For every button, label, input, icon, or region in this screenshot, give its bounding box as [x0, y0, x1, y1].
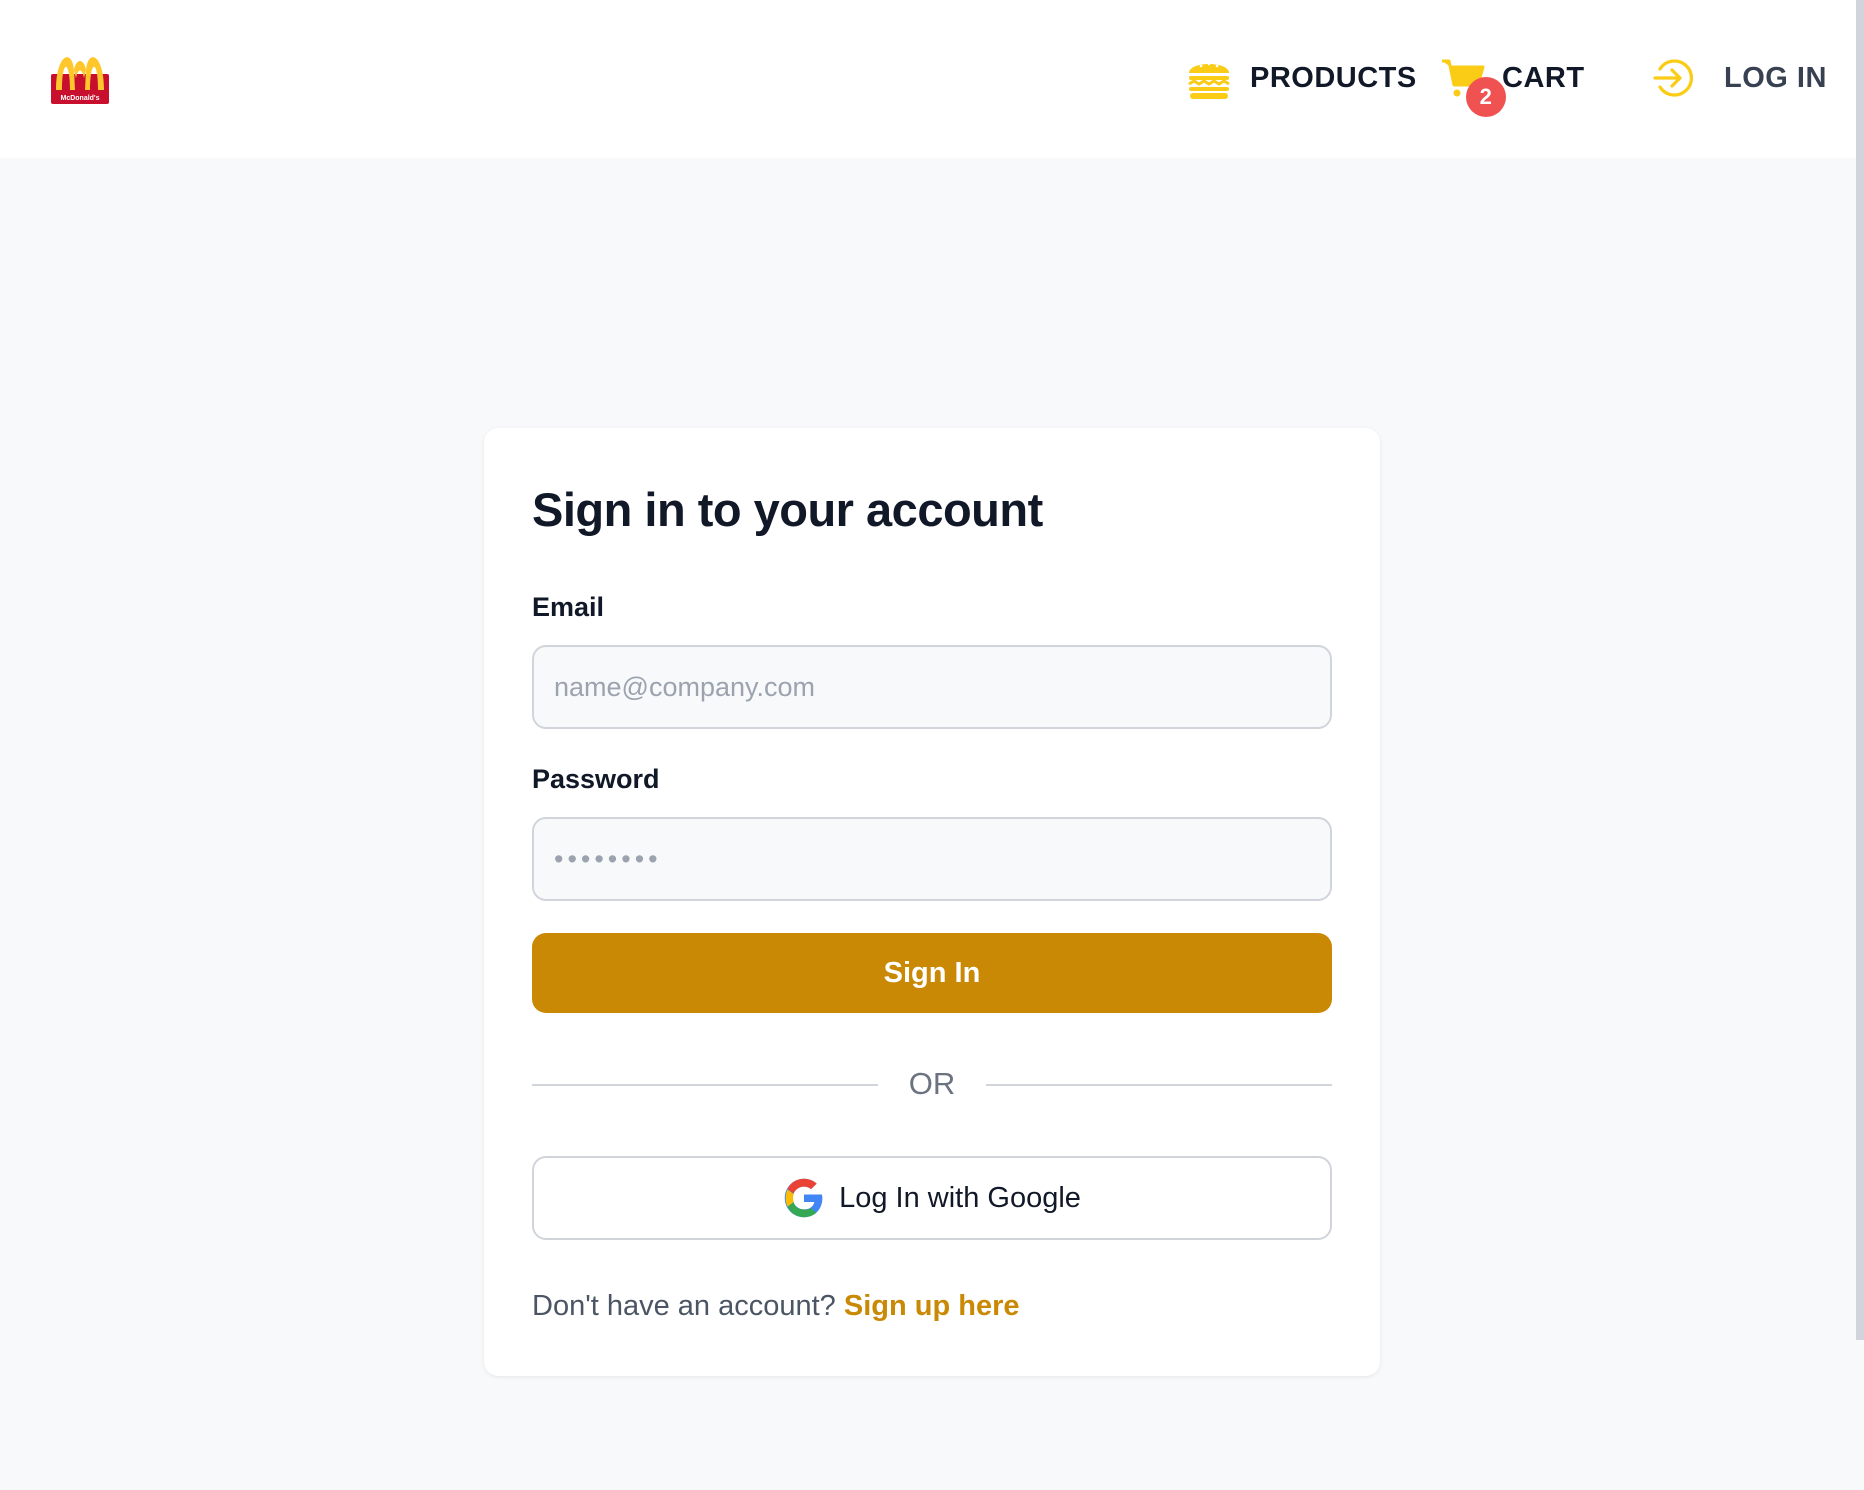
or-divider-text: OR — [908, 1066, 956, 1101]
signup-row: Don't have an account? Sign up here — [532, 1290, 1020, 1323]
password-label: Password — [532, 764, 660, 794]
mcdonalds-logo[interactable]: McDonald's — [50, 48, 110, 106]
nav-products-label: PRODUCTS — [1250, 61, 1417, 94]
divider-line-right — [986, 1084, 1332, 1086]
sign-in-button[interactable]: Sign In — [532, 933, 1332, 1013]
login-arrow-icon — [1653, 59, 1694, 97]
page: McDonald's PRODUCTS 2 CART LOG IN Sign i… — [0, 0, 1864, 1490]
nav-cart-label: CART — [1502, 61, 1585, 94]
nav-login-label: LOG IN — [1724, 61, 1827, 94]
burger-icon — [1188, 62, 1230, 99]
google-icon — [784, 1178, 823, 1218]
signup-link[interactable]: Sign up here — [844, 1290, 1020, 1322]
page-scrollbar[interactable] — [1856, 0, 1864, 1340]
password-input[interactable] — [532, 817, 1332, 901]
google-login-label: Log In with Google — [839, 1181, 1081, 1214]
google-login-button[interactable]: Log In with Google — [532, 1156, 1332, 1240]
cart-count-badge: 2 — [1466, 77, 1506, 117]
nav-login-link[interactable]: LOG IN — [1652, 52, 1827, 104]
top-navbar: McDonald's PRODUCTS 2 CART LOG IN — [0, 0, 1856, 158]
login-card: Sign in to your account Email Password S… — [484, 428, 1380, 1376]
nav-products-link[interactable]: PRODUCTS — [1186, 52, 1417, 104]
login-title: Sign in to your account — [532, 483, 1043, 536]
divider-line-left — [532, 1084, 878, 1086]
signup-prompt: Don't have an account? — [532, 1290, 836, 1322]
svg-text:McDonald's: McDonald's — [60, 95, 99, 102]
email-label: Email — [532, 592, 605, 622]
email-input[interactable] — [532, 645, 1332, 729]
nav-cart-link[interactable]: 2 CART — [1440, 52, 1585, 117]
